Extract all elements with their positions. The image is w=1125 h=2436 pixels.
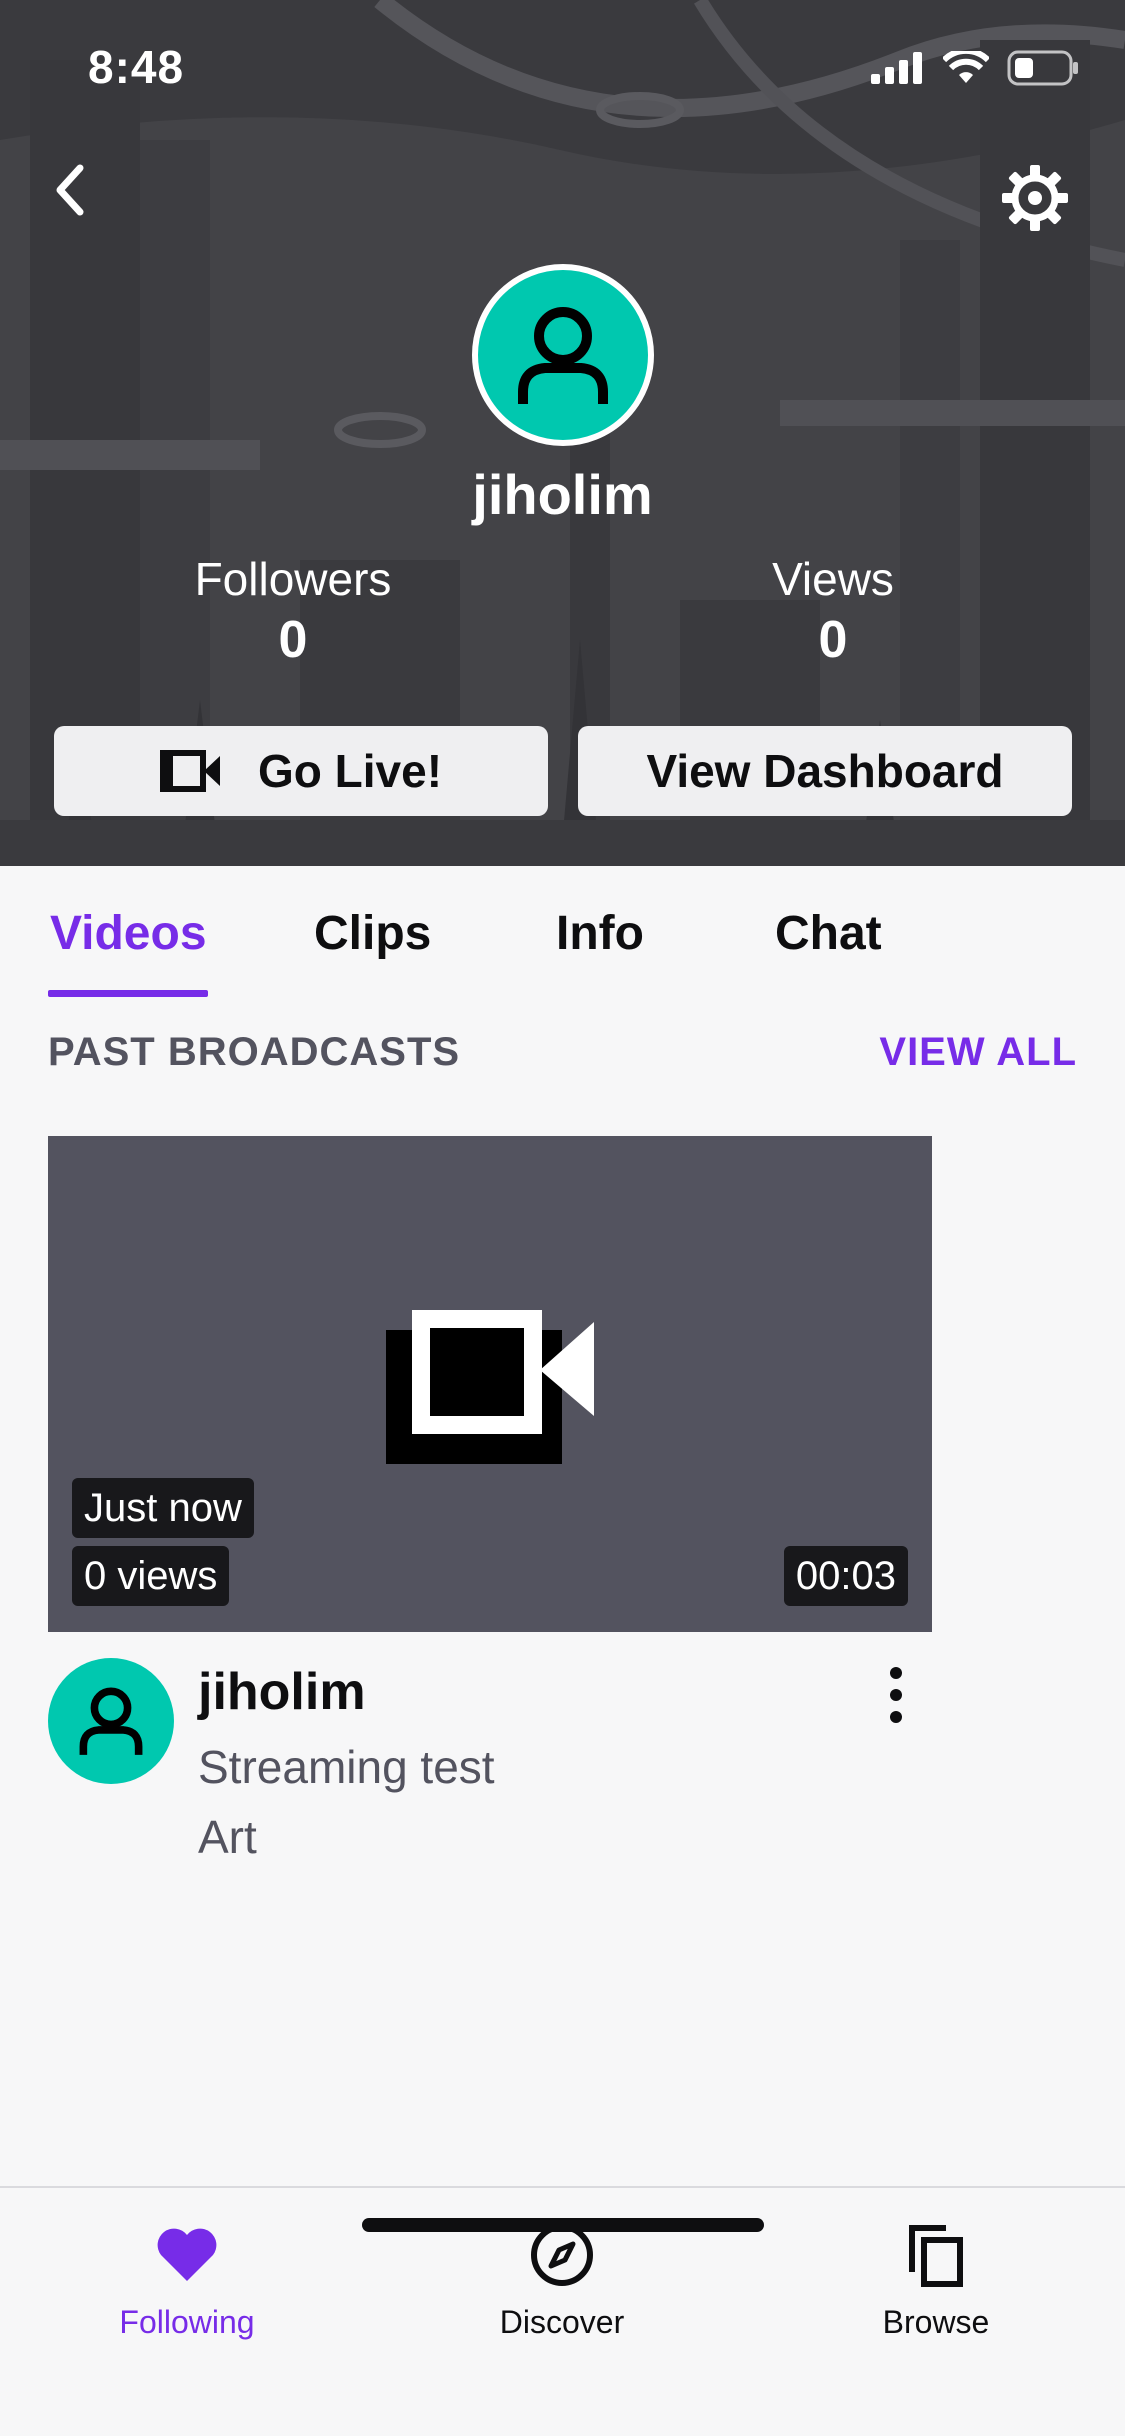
active-tab-indicator: [48, 990, 208, 997]
video-category[interactable]: Art: [198, 1810, 257, 1864]
go-live-label: Go Live!: [257, 745, 443, 797]
battery-icon: [1007, 50, 1078, 86]
back-button[interactable]: [38, 158, 102, 222]
video-title[interactable]: Streaming test: [198, 1740, 495, 1794]
tab-videos[interactable]: Videos: [50, 906, 207, 961]
view-all-link[interactable]: VIEW ALL: [879, 1030, 1077, 1075]
views-count: 0: [818, 611, 848, 669]
profile-header: 8:48 jiholim Followers 0 Views 0 Go Live…: [0, 0, 1125, 866]
past-broadcasts-header: PAST BROADCASTS VIEW ALL: [48, 1030, 1077, 1080]
tab-chat[interactable]: Chat: [775, 906, 882, 961]
nav-browse-label: Browse: [882, 2304, 990, 2340]
views-label: Views: [772, 553, 894, 605]
signal-icon: [871, 52, 922, 84]
wifi-icon: [943, 51, 989, 83]
gear-icon: [1002, 165, 1068, 231]
followers-label: Followers: [194, 553, 392, 605]
views-stat: Views 0: [740, 552, 926, 670]
status-time: 8:48: [88, 41, 185, 93]
nav-following-label: Following: [119, 2304, 255, 2340]
video-thumbnail[interactable]: Just now 0 views 00:03: [48, 1136, 932, 1632]
user-icon: [79, 1687, 143, 1755]
home-indicator: [362, 2218, 764, 2232]
video-channel-name[interactable]: jiholim: [198, 1662, 366, 1722]
profile-tabs: Videos Clips Info Chat: [0, 866, 1125, 997]
uploaded-time-badge: Just now: [72, 1478, 254, 1538]
followers-count: 0: [278, 611, 308, 669]
status-bar: 8:48: [0, 0, 1125, 130]
nav-discover-label: Discover: [499, 2304, 625, 2340]
followers-stat: Followers 0: [180, 552, 406, 670]
channel-avatar[interactable]: [48, 1658, 174, 1784]
duration-badge: 00:03: [783, 1546, 908, 1606]
user-icon: [518, 307, 608, 404]
profile-avatar[interactable]: [472, 264, 654, 446]
chevron-left-icon: [56, 164, 84, 216]
more-vertical-icon: [890, 1667, 902, 1723]
section-title: PAST BROADCASTS: [48, 1030, 461, 1074]
video-camera-icon: [159, 750, 220, 792]
status-icons: [871, 50, 1079, 86]
nav-browse[interactable]: Browse: [826, 2210, 1046, 2341]
more-options-button[interactable]: [870, 1660, 922, 1730]
video-placeholder-icon: [386, 1310, 594, 1464]
view-dashboard-button[interactable]: View Dashboard: [578, 726, 1072, 816]
tab-clips[interactable]: Clips: [314, 906, 431, 961]
copy-icon: [909, 2225, 963, 2287]
profile-username: jiholim: [472, 463, 653, 526]
go-live-button[interactable]: Go Live!: [54, 726, 548, 816]
settings-button[interactable]: [997, 160, 1073, 236]
view-dashboard-label: View Dashboard: [646, 745, 1004, 797]
tab-info[interactable]: Info: [556, 906, 644, 961]
views-badge: 0 views: [72, 1546, 230, 1606]
nav-following[interactable]: Following: [77, 2210, 297, 2341]
heart-icon: [157, 2228, 217, 2281]
